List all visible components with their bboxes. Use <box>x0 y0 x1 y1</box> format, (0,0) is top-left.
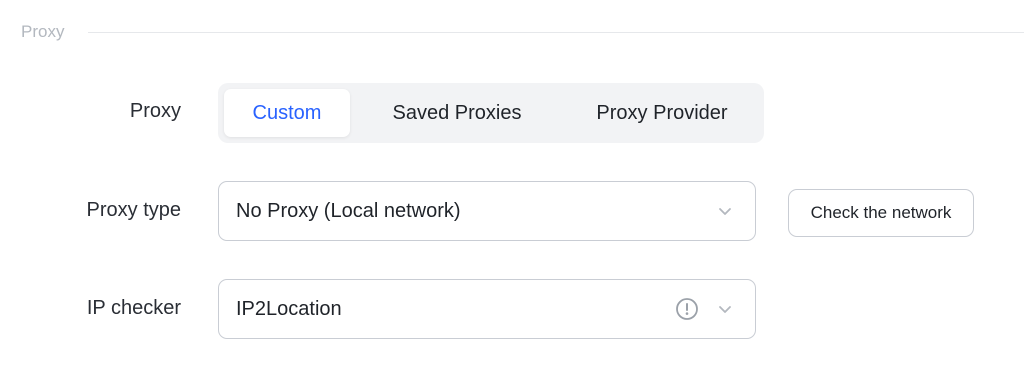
chevron-down-icon <box>719 306 731 313</box>
ip-checker-select[interactable]: IP2Location <box>218 279 756 339</box>
tab-proxy-provider[interactable]: Proxy Provider <box>572 89 752 137</box>
tab-saved-proxies[interactable]: Saved Proxies <box>368 89 546 137</box>
tab-custom[interactable]: Custom <box>224 89 350 137</box>
section-title: Proxy <box>21 22 65 41</box>
check-network-button[interactable]: Check the network <box>788 189 974 237</box>
proxy-mode-segmented-control: Custom Saved Proxies Proxy Provider <box>218 83 764 143</box>
proxy-type-select[interactable]: No Proxy (Local network) <box>218 181 756 241</box>
ip-checker-value: IP2Location <box>236 298 342 320</box>
section-header: Proxy <box>21 20 1024 44</box>
chevron-down-icon <box>719 208 731 215</box>
info-circle-icon[interactable] <box>675 297 699 321</box>
section-divider <box>88 32 1024 33</box>
proxy-type-value: No Proxy (Local network) <box>236 200 461 222</box>
proxy-type-label: Proxy type <box>86 199 181 221</box>
proxy-label: Proxy <box>129 100 181 122</box>
ip-checker-label: IP checker <box>86 297 181 319</box>
